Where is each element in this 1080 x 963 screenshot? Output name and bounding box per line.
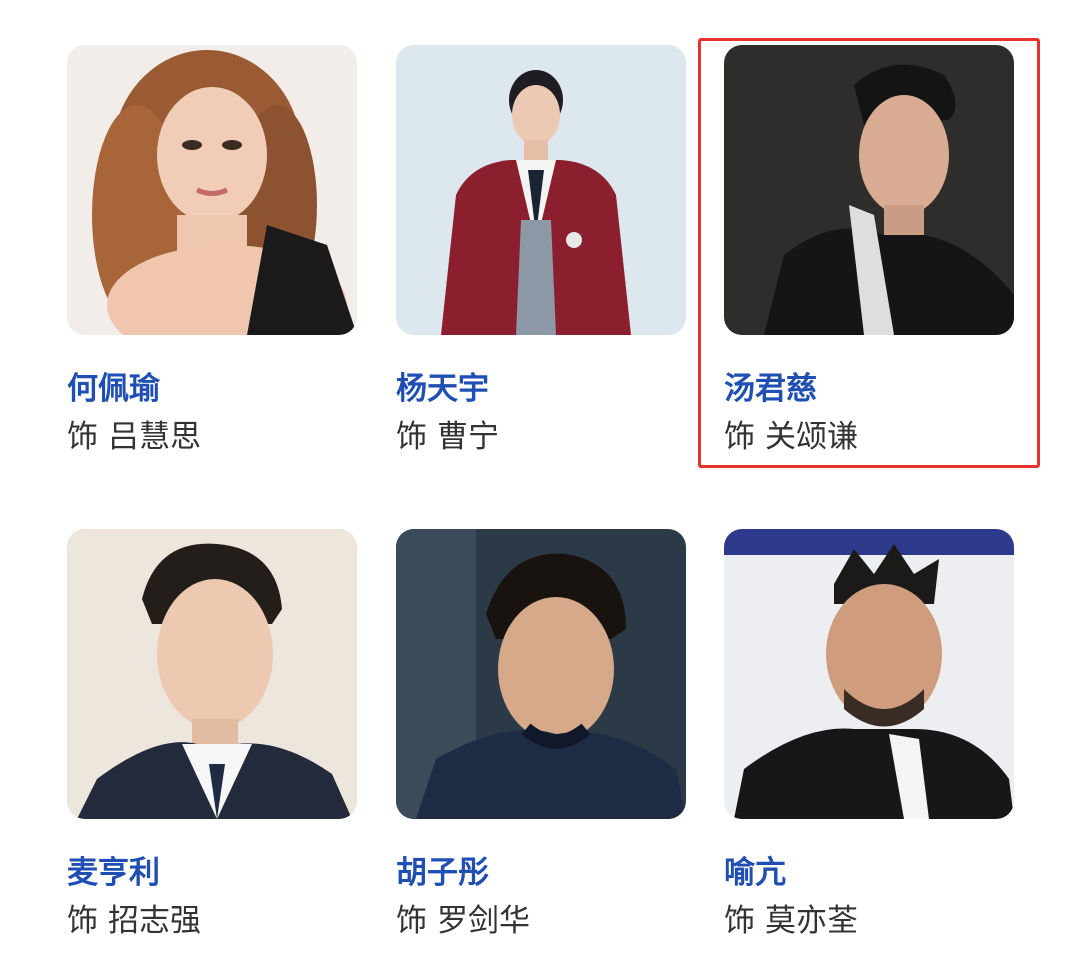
role-name: 招志强 [108,903,201,939]
actor-photo-icon [724,529,1014,819]
role-name: 罗剑华 [437,903,530,939]
role-prefix: 饰 [396,903,427,939]
actor-photo-icon [396,45,686,335]
role-prefix: 饰 [67,419,98,455]
role-line: 饰莫亦荃 [724,901,1014,941]
actor-name[interactable]: 麦亨利 [67,853,357,893]
role-name: 吕慧思 [108,419,201,455]
cast-card[interactable]: 麦亨利 饰招志强 [67,529,357,941]
actor-photo[interactable] [396,45,686,335]
role-name: 曹宁 [437,419,499,455]
actor-photo-icon [67,529,357,819]
cast-card[interactable]: 胡子彤 饰罗剑华 [396,529,686,941]
actor-name[interactable]: 喻亢 [724,853,1014,893]
cast-card[interactable]: 喻亢 饰莫亦荃 [724,529,1014,941]
role-prefix: 饰 [396,419,427,455]
role-name: 关颂谦 [765,419,858,455]
cast-card[interactable]: 何佩瑜 饰吕慧思 [67,45,357,457]
actor-photo-icon [67,45,357,335]
actor-name[interactable]: 汤君慈 [724,369,1014,409]
role-line: 饰招志强 [67,901,357,941]
role-name: 莫亦荃 [765,903,858,939]
actor-photo-icon [396,529,686,819]
actor-photo[interactable] [724,45,1014,335]
actor-name[interactable]: 何佩瑜 [67,369,357,409]
role-prefix: 饰 [724,419,755,455]
actor-photo[interactable] [724,529,1014,819]
role-prefix: 饰 [724,903,755,939]
cast-grid: 何佩瑜 饰吕慧思 杨天宇 饰曹宁 汤君慈 饰 关颂谦 麦亨利 饰 招志强 胡子彤… [0,0,1080,963]
role-line: 饰罗剑华 [396,901,686,941]
actor-name[interactable]: 杨天宇 [396,369,686,409]
role-prefix: 饰 [67,903,98,939]
actor-photo[interactable] [67,45,357,335]
role-line: 饰曹宁 [396,417,686,457]
cast-card[interactable]: 汤君慈 饰关颂谦 [724,45,1014,457]
actor-photo-icon [724,45,1014,335]
actor-photo[interactable] [67,529,357,819]
cast-card[interactable]: 杨天宇 饰曹宁 [396,45,686,457]
role-line: 饰关颂谦 [724,417,1014,457]
actor-photo[interactable] [396,529,686,819]
role-line: 饰吕慧思 [67,417,357,457]
actor-name[interactable]: 胡子彤 [396,853,686,893]
